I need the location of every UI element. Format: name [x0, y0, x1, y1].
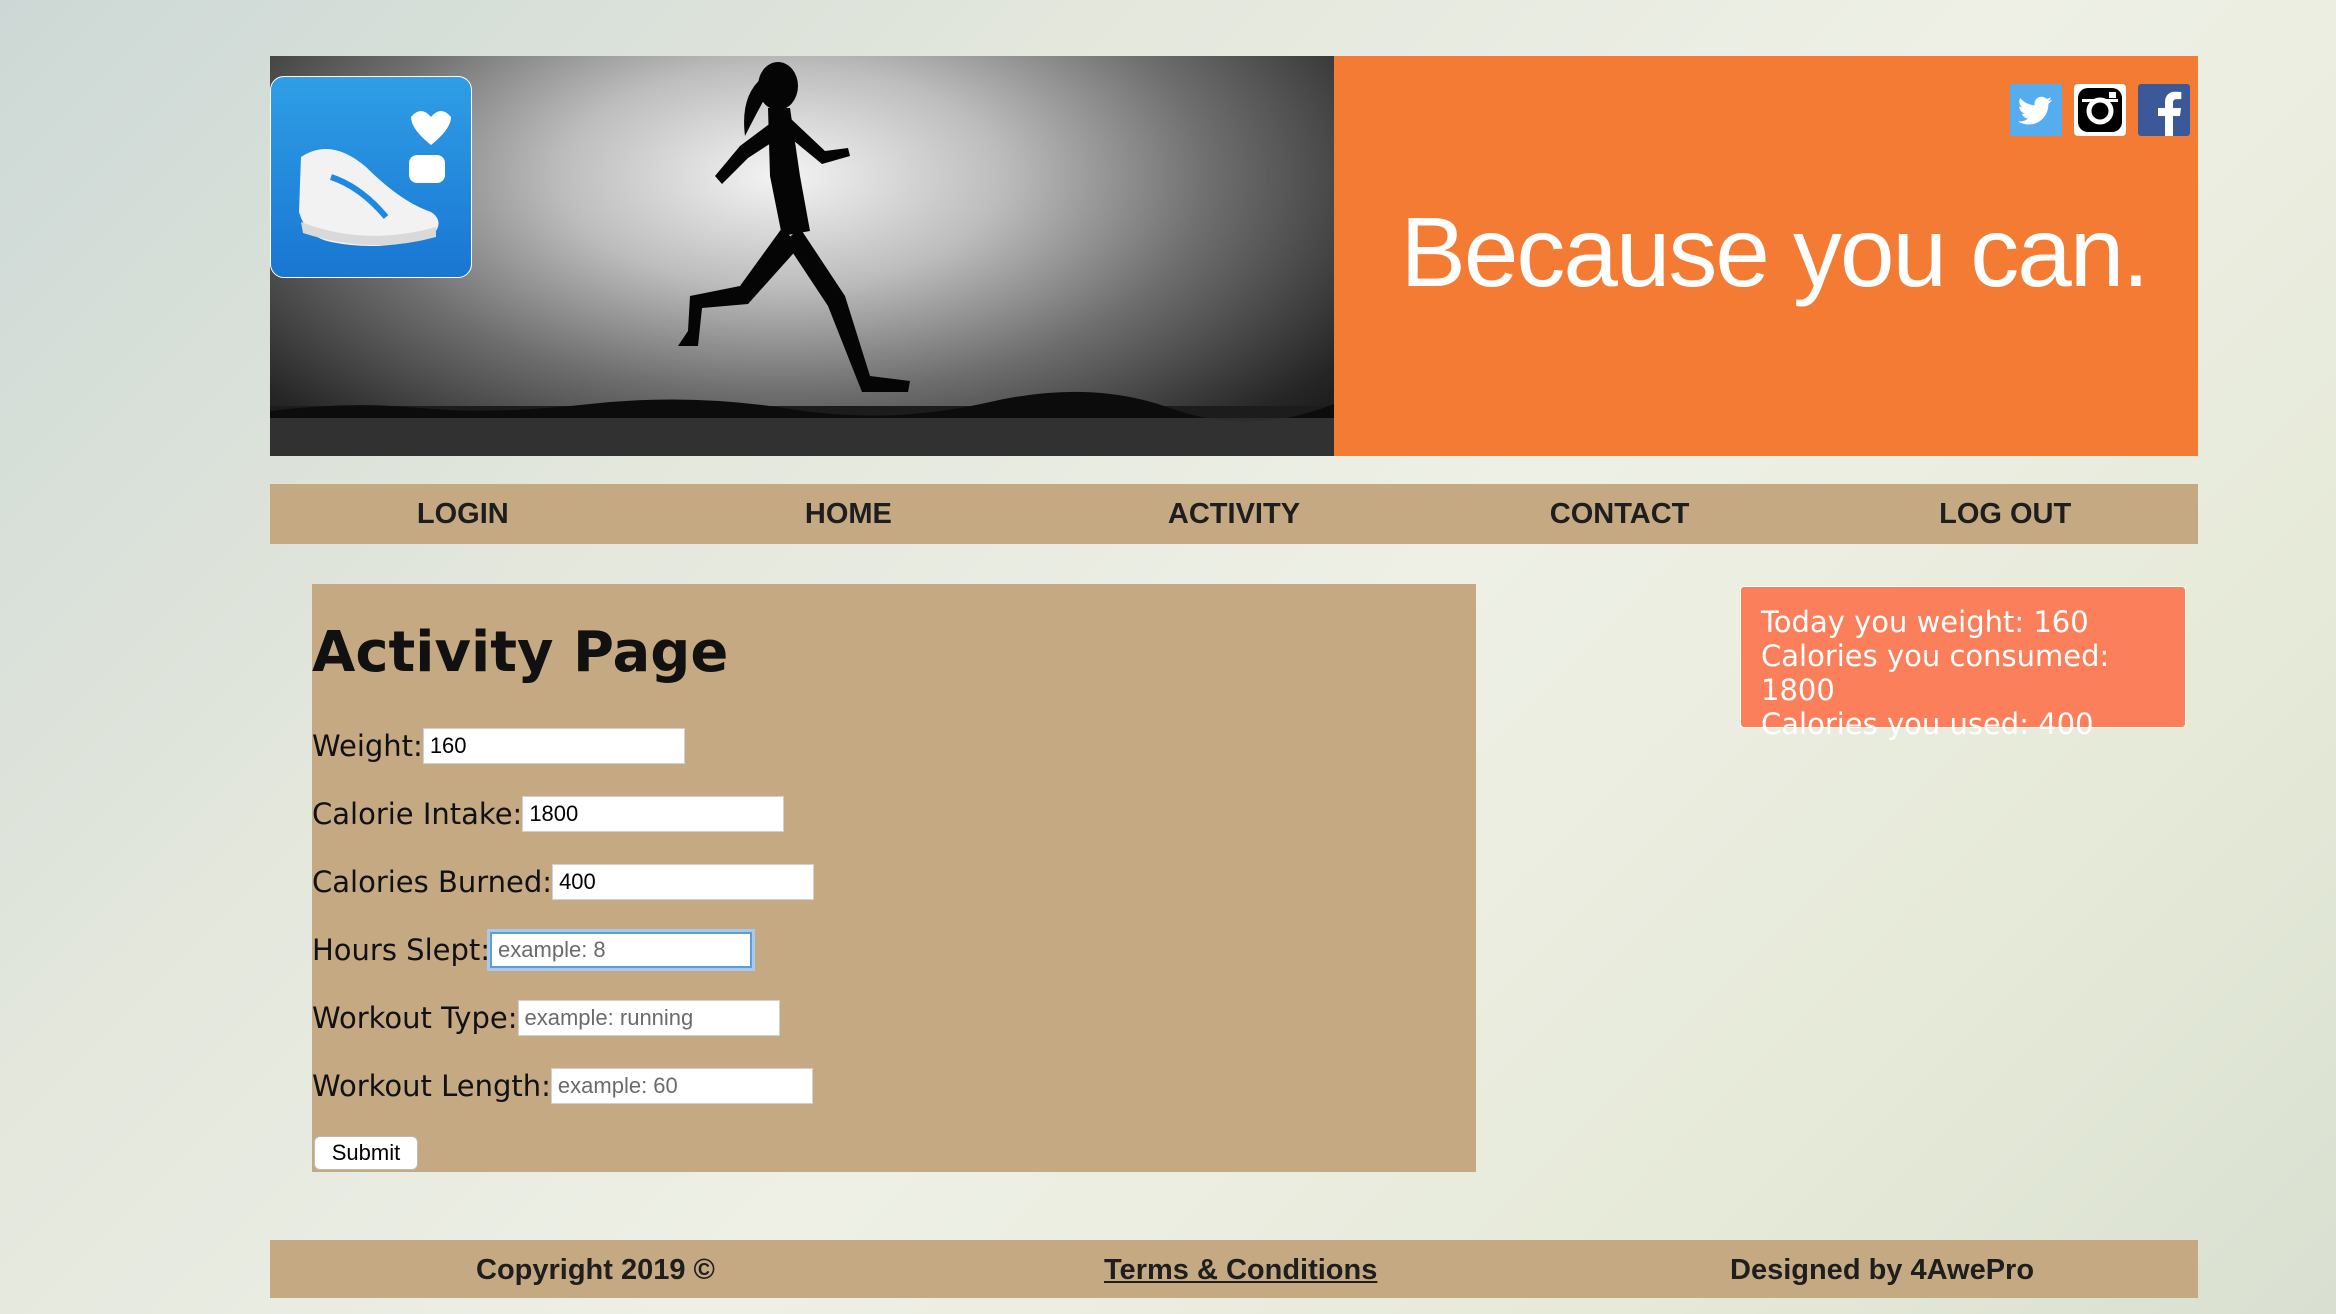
- calorie-intake-field[interactable]: [522, 796, 785, 832]
- instagram-icon[interactable]: [2074, 84, 2126, 136]
- hours-slept-label: Hours Slept:: [312, 933, 491, 967]
- workout-type-label: Workout Type:: [312, 1001, 518, 1035]
- daily-summary: Today you weight: 160 Calories you consu…: [1740, 586, 2186, 741]
- facebook-icon[interactable]: [2138, 84, 2190, 136]
- nav-login[interactable]: LOGIN: [270, 498, 656, 531]
- designer-credit: Designed by 4AwePro: [1730, 1254, 2035, 1286]
- weight-label: Weight:: [312, 729, 423, 763]
- calories-burned-field[interactable]: [552, 864, 815, 900]
- workout-type-field[interactable]: [517, 1000, 780, 1036]
- summary-used: Calories you used: 400: [1761, 707, 2094, 741]
- summary-consumed: Calories you consumed: 1800: [1761, 639, 2110, 707]
- nav-contact[interactable]: CONTACT: [1427, 498, 1813, 531]
- header-banner: Because you can.: [270, 56, 2198, 456]
- nav-activity[interactable]: ACTIVITY: [1041, 498, 1427, 531]
- activity-form: Activity Page Weight: Calorie Intake: Ca…: [312, 584, 1476, 1172]
- nav-logout[interactable]: LOG OUT: [1812, 498, 2198, 531]
- terms-link[interactable]: Terms & Conditions: [1104, 1254, 1377, 1287]
- workout-length-label: Workout Length:: [312, 1069, 551, 1103]
- nav-home[interactable]: HOME: [656, 498, 1042, 531]
- calorie-intake-row: Calorie Intake:: [312, 794, 785, 834]
- summary-weight: Today you weight: 160: [1761, 605, 2089, 639]
- workout-type-row: Workout Type:: [312, 998, 780, 1038]
- footer: Copyright 2019 © Terms & Conditions Desi…: [270, 1240, 2198, 1298]
- hours-slept-row: Hours Slept:: [312, 930, 753, 970]
- calories-burned-row: Calories Burned:: [312, 862, 815, 902]
- main-nav: LOGIN HOME ACTIVITY CONTACT LOG OUT: [270, 484, 2198, 544]
- workout-length-field[interactable]: [550, 1068, 813, 1104]
- hours-slept-stepper[interactable]: [490, 932, 753, 968]
- workout-length-row: Workout Length:: [312, 1066, 813, 1106]
- app-logo[interactable]: [270, 76, 472, 278]
- copyright: Copyright 2019 ©: [476, 1254, 715, 1286]
- weight-row: Weight:: [312, 726, 685, 766]
- calories-burned-label: Calories Burned:: [312, 865, 553, 899]
- submit-button[interactable]: Submit: [314, 1136, 418, 1170]
- runner-photo: [270, 56, 1334, 456]
- page-title: Activity Page: [312, 620, 729, 685]
- calorie-intake-label: Calorie Intake:: [312, 797, 523, 831]
- tagline: Because you can.: [1400, 197, 2149, 307]
- twitter-icon[interactable]: [2010, 84, 2062, 136]
- weight-field[interactable]: [422, 728, 685, 764]
- tagline-panel: Because you can.: [1334, 56, 2198, 456]
